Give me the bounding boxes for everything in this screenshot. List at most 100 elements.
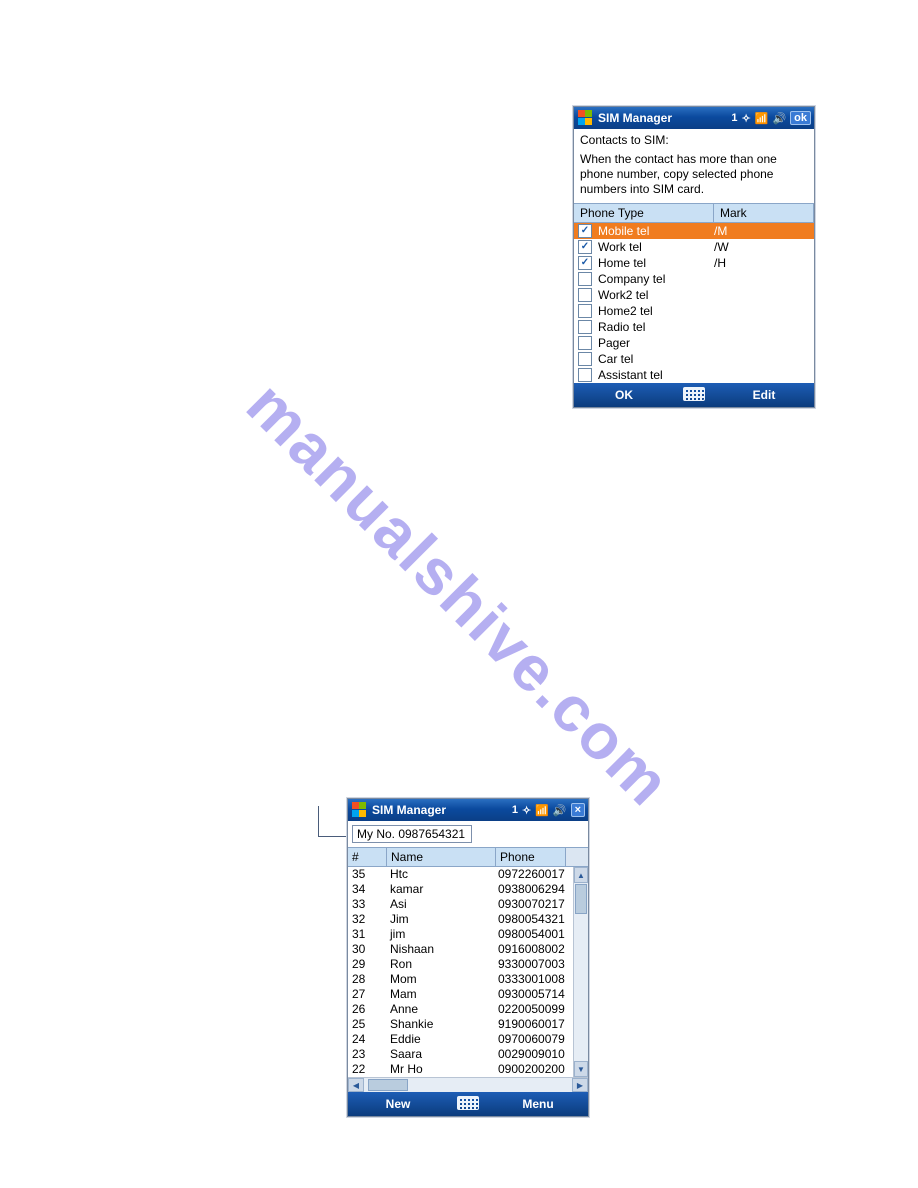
phone-type-label: Home tel (596, 256, 710, 270)
phone-type-label: Work tel (596, 240, 710, 254)
cell-name: Ron (386, 957, 494, 971)
checkbox[interactable]: ✓ (578, 240, 592, 254)
cell-name: Htc (386, 867, 494, 881)
checkbox[interactable] (578, 272, 592, 286)
cell-phone: 0980054001 (494, 927, 574, 941)
cell-name: Jim (386, 912, 494, 926)
cell-name: Saara (386, 1047, 494, 1061)
signal-icon: 📶 (535, 804, 549, 817)
annotation-line (318, 806, 349, 837)
contact-row[interactable]: 26Anne0220050099 (348, 1002, 574, 1017)
horizontal-scrollbar[interactable]: ◀ ▶ (348, 1077, 588, 1092)
close-button[interactable]: × (571, 803, 585, 817)
phone-type-label: Company tel (596, 272, 710, 286)
phone-type-row[interactable]: Assistant tel (574, 367, 814, 383)
col-name[interactable]: Name (387, 848, 496, 866)
watermark-text: manualshive.com (232, 367, 685, 820)
cell-index: 27 (348, 987, 386, 1001)
phone-type-row[interactable]: ✓ Work tel/W (574, 239, 814, 255)
keyboard-icon[interactable] (448, 1096, 488, 1113)
cell-index: 25 (348, 1017, 386, 1031)
softkey-ok[interactable]: OK (574, 388, 674, 402)
contact-row[interactable]: 24Eddie0970060079 (348, 1032, 574, 1047)
softkey-menu[interactable]: Menu (488, 1097, 588, 1111)
my-number-field[interactable]: My No. 0987654321 (352, 825, 472, 843)
title-notification-count: 1 (512, 804, 518, 816)
cell-name: jim (386, 927, 494, 941)
contact-row[interactable]: 31jim0980054001 (348, 927, 574, 942)
contact-row[interactable]: 28Mom0333001008 (348, 972, 574, 987)
info-body: When the contact has more than one phone… (580, 152, 808, 197)
checkbox[interactable] (578, 336, 592, 350)
col-index[interactable]: # (348, 848, 387, 866)
checkbox[interactable]: ✓ (578, 256, 592, 270)
col-phone[interactable]: Phone (496, 848, 566, 866)
contact-row[interactable]: 33Asi0930070217 (348, 897, 574, 912)
keyboard-icon[interactable] (674, 387, 714, 404)
softkey-edit[interactable]: Edit (714, 388, 814, 402)
scroll-thumb[interactable] (575, 884, 587, 914)
contact-row[interactable]: 35Htc0972260017 (348, 867, 574, 882)
screen-contacts-to-sim: SIM Manager 1 ✧ 📶 🔊 ok Contacts to SIM: … (573, 106, 815, 408)
phone-type-label: Work2 tel (596, 288, 710, 302)
titlebar: SIM Manager 1 ✧ 📶 🔊 ok (574, 107, 814, 129)
phone-type-row[interactable]: Work2 tel (574, 287, 814, 303)
checkbox[interactable] (578, 304, 592, 318)
phone-type-header: Phone Type Mark (574, 203, 814, 223)
phone-type-row[interactable]: ✓ Home tel/H (574, 255, 814, 271)
phone-type-label: Car tel (596, 352, 710, 366)
cell-phone: 0220050099 (494, 1002, 574, 1016)
checkbox[interactable]: ✓ (578, 224, 592, 238)
scroll-left-icon[interactable]: ◀ (348, 1078, 364, 1092)
contact-row[interactable]: 30Nishaan0916008002 (348, 942, 574, 957)
contact-row[interactable]: 32Jim0980054321 (348, 912, 574, 927)
scroll-down-icon[interactable]: ▼ (574, 1061, 588, 1077)
title-notification-count: 1 (731, 112, 737, 124)
contact-row[interactable]: 22Mr Ho0900200200 (348, 1062, 574, 1077)
col-phone-type[interactable]: Phone Type (574, 204, 714, 222)
window-title: SIM Manager (372, 803, 512, 817)
contact-row[interactable]: 25Shankie9190060017 (348, 1017, 574, 1032)
contact-row[interactable]: 29Ron9330007003 (348, 957, 574, 972)
cell-name: Asi (386, 897, 494, 911)
cell-index: 32 (348, 912, 386, 926)
cell-phone: 9190060017 (494, 1017, 574, 1031)
cell-phone: 0333001008 (494, 972, 574, 986)
phone-type-row[interactable]: ✓Mobile tel/M (574, 223, 814, 239)
info-heading: Contacts to SIM: (580, 133, 808, 148)
col-mark[interactable]: Mark (714, 204, 814, 222)
contact-row[interactable]: 34kamar0938006294 (348, 882, 574, 897)
cell-index: 31 (348, 927, 386, 941)
softkey-new[interactable]: New (348, 1097, 448, 1111)
checkbox[interactable] (578, 352, 592, 366)
contact-row[interactable]: 27Mam0930005714 (348, 987, 574, 1002)
start-icon[interactable] (578, 110, 594, 126)
phone-type-row[interactable]: Company tel (574, 271, 814, 287)
phone-type-row[interactable]: Pager (574, 335, 814, 351)
checkbox[interactable] (578, 288, 592, 302)
scroll-up-icon[interactable]: ▲ (574, 867, 588, 883)
phone-type-mark: /H (710, 256, 812, 270)
scroll-right-icon[interactable]: ▶ (572, 1078, 588, 1092)
window-title: SIM Manager (598, 111, 731, 125)
cell-phone: 0900200200 (494, 1062, 574, 1076)
cell-index: 35 (348, 867, 386, 881)
cell-phone: 9330007003 (494, 957, 574, 971)
checkbox[interactable] (578, 368, 592, 382)
phone-type-label: Home2 tel (596, 304, 710, 318)
phone-type-mark: /W (710, 240, 812, 254)
contact-row[interactable]: 23Saara0029009010 (348, 1047, 574, 1062)
start-icon[interactable] (352, 802, 368, 818)
hscroll-thumb[interactable] (368, 1079, 408, 1091)
titlebar: SIM Manager 1 ✧ 📶 🔊 × (348, 799, 588, 821)
cell-phone: 0938006294 (494, 882, 574, 896)
softkey-bar: New Menu (348, 1092, 588, 1116)
ok-button[interactable]: ok (790, 111, 811, 125)
cell-name: kamar (386, 882, 494, 896)
phone-type-row[interactable]: Radio tel (574, 319, 814, 335)
vertical-scrollbar[interactable]: ▲ ▼ (573, 867, 588, 1077)
phone-type-row[interactable]: Home2 tel (574, 303, 814, 319)
phone-type-row[interactable]: Car tel (574, 351, 814, 367)
checkbox[interactable] (578, 320, 592, 334)
connectivity-icon: ✧ (742, 112, 751, 125)
